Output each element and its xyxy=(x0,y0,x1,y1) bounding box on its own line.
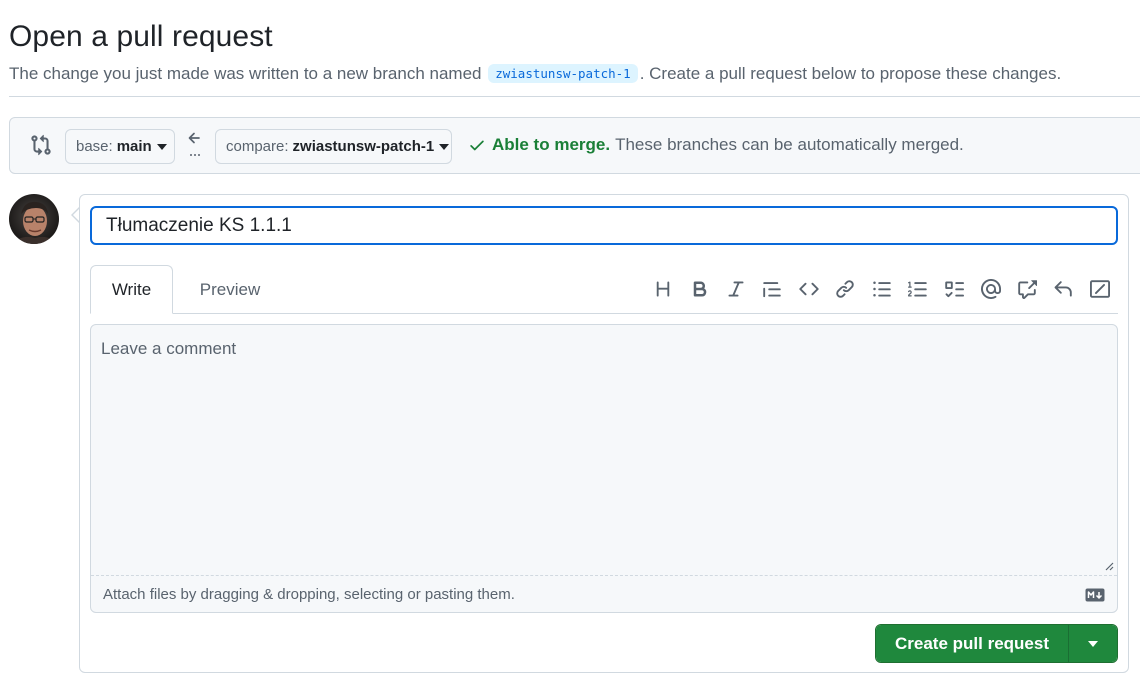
cross-reference-icon[interactable] xyxy=(1009,277,1045,301)
bold-icon[interactable] xyxy=(681,277,717,301)
markdown-toolbar xyxy=(645,277,1118,301)
avatar[interactable] xyxy=(9,194,59,244)
slash-command-icon[interactable] xyxy=(1082,277,1118,301)
chevron-down-icon xyxy=(439,144,450,150)
compare-branch-select[interactable]: compare: zwiastunsw-patch-1 xyxy=(215,129,452,164)
base-branch-value: main xyxy=(116,138,152,155)
code-icon[interactable] xyxy=(791,277,827,301)
page-title: Open a pull request xyxy=(9,20,273,53)
resize-handle-icon[interactable] xyxy=(1104,561,1114,571)
user-avatar-image xyxy=(9,194,59,244)
git-compare-icon xyxy=(31,134,51,156)
merge-status: Able to merge. These branches can be aut… xyxy=(468,135,964,155)
tab-preview[interactable]: Preview xyxy=(188,265,272,314)
create-pull-request-button[interactable]: Create pull request xyxy=(876,625,1068,662)
quote-icon[interactable] xyxy=(754,277,790,301)
unordered-list-icon[interactable] xyxy=(863,277,899,301)
merge-ok-label: Able to merge. xyxy=(492,135,611,154)
link-icon[interactable] xyxy=(827,277,863,301)
comment-textarea[interactable] xyxy=(91,325,1117,575)
title-divider xyxy=(9,96,1140,97)
merge-detail-label: These branches can be automatically merg… xyxy=(615,135,964,154)
attach-files-text: Attach files by dragging & dropping, sel… xyxy=(103,586,515,603)
italic-icon[interactable] xyxy=(718,277,754,301)
attach-files-bar[interactable]: Attach files by dragging & dropping, sel… xyxy=(91,575,1117,613)
arrow-left-icon xyxy=(188,132,200,156)
compare-branch-value: zwiastunsw-patch-1 xyxy=(292,138,435,155)
tab-write[interactable]: Write xyxy=(90,265,173,314)
page-subtitle: The change you just made was written to … xyxy=(9,64,1061,84)
chevron-down-icon xyxy=(156,144,167,150)
pull-request-composer: Write Preview xyxy=(79,194,1129,673)
chevron-down-icon xyxy=(1088,640,1098,647)
task-list-icon[interactable] xyxy=(936,277,972,301)
pr-title-input[interactable] xyxy=(90,206,1118,245)
markdown-icon[interactable] xyxy=(1085,588,1105,602)
heading-icon[interactable] xyxy=(645,277,681,301)
base-branch-select[interactable]: base: main xyxy=(65,129,175,164)
create-pr-button-group: Create pull request xyxy=(875,624,1118,663)
new-branch-name: zwiastunsw-patch-1 xyxy=(488,64,638,83)
compare-prefix-label: compare: xyxy=(226,138,289,155)
create-pr-options-dropdown[interactable] xyxy=(1068,625,1117,662)
subtitle-text-before: The change you just made was written to … xyxy=(9,64,482,83)
subtitle-text-after: . Create a pull request below to propose… xyxy=(639,64,1062,83)
base-prefix-label: base: xyxy=(76,138,113,155)
check-icon xyxy=(470,140,484,151)
mention-icon[interactable] xyxy=(973,277,1009,301)
comment-box: Attach files by dragging & dropping, sel… xyxy=(90,324,1118,613)
saved-reply-icon[interactable] xyxy=(1045,277,1081,301)
branch-range-bar: base: main compare: zwiastunsw-patch-1 A… xyxy=(9,117,1140,174)
ordered-list-icon[interactable] xyxy=(900,277,936,301)
